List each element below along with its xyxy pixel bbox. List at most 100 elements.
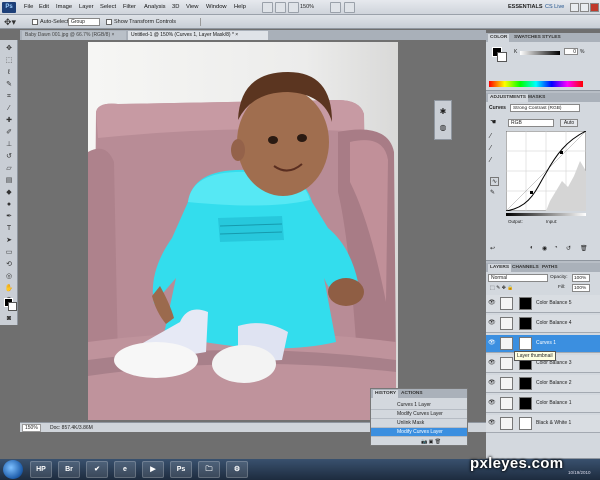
pen-tool-icon[interactable]: ✒ — [3, 212, 15, 221]
workspace-switcher[interactable]: ESSENTIALS — [508, 4, 543, 10]
tab-masks[interactable]: MASKS — [526, 94, 547, 102]
adjustment-layer-icon[interactable] — [500, 337, 513, 350]
tab-swatches[interactable]: SWATCHES — [512, 34, 543, 42]
color-ramp[interactable] — [489, 81, 583, 87]
menu-filter[interactable]: Filter — [123, 4, 136, 10]
reset-icon[interactable]: ↺ — [566, 245, 571, 252]
adjustment-layer-icon[interactable] — [500, 397, 513, 410]
close-button[interactable] — [590, 3, 599, 12]
taskbar-app-button[interactable]: e — [114, 461, 136, 478]
clone-source-panel-icon[interactable]: ◍ — [438, 123, 448, 133]
document-canvas-photo[interactable] — [88, 42, 398, 420]
layer-mask-thumbnail[interactable] — [519, 337, 532, 350]
adjustment-layer-icon[interactable] — [500, 357, 513, 370]
menu-image[interactable]: Image — [56, 4, 72, 10]
screen-mode-button[interactable] — [330, 2, 341, 13]
layer-name[interactable]: Color Balance 2 — [536, 380, 572, 386]
eye-icon[interactable]: 👁 — [488, 360, 496, 367]
tab-styles[interactable]: STYLES — [540, 34, 563, 42]
layer-mask-thumbnail[interactable] — [519, 377, 532, 390]
menu-select[interactable]: Select — [100, 4, 116, 10]
taskbar-app-button[interactable]: HP — [30, 461, 52, 478]
fill-field[interactable]: 100% — [572, 284, 590, 292]
taskbar-app-button[interactable]: Br — [58, 461, 80, 478]
status-zoom[interactable]: 150% — [22, 424, 41, 432]
curves-preset-dropdown[interactable]: Strong Contrast (RGB) — [510, 104, 580, 112]
align-buttons[interactable] — [200, 18, 300, 26]
crop-tool-icon[interactable]: ⌗ — [3, 92, 15, 101]
layer-row[interactable]: 👁 Color Balance 2 — [486, 375, 600, 393]
layer-mask-thumbnail[interactable] — [519, 417, 532, 430]
eraser-tool-icon[interactable]: ▱ — [3, 164, 15, 173]
dodge-tool-icon[interactable]: ● — [3, 200, 15, 209]
taskbar-app-button[interactable]: ✔ — [86, 461, 108, 478]
start-button[interactable] — [3, 460, 23, 479]
maximize-button[interactable] — [580, 3, 589, 12]
layer-name[interactable]: Color Balance 1 — [536, 400, 572, 406]
tab-channels[interactable]: CHANNELS — [510, 264, 541, 272]
tab-actions[interactable]: ACTIONS — [399, 390, 425, 398]
tab-baby-dawn[interactable]: Baby Dawn 001.jpg @ 66.7% (RGB/8) × — [22, 31, 126, 40]
arrange-documents-button[interactable] — [344, 2, 355, 13]
pencil-curve-icon[interactable]: ✎ — [490, 189, 499, 198]
tab-history[interactable]: HISTORY — [373, 390, 399, 398]
menu-3d[interactable]: 3D — [172, 4, 179, 10]
taskbar-app-button[interactable]: Ps — [170, 461, 192, 478]
history-footer-icons[interactable]: 📷 ▣ 🗑 — [421, 439, 461, 445]
previous-state-icon[interactable]: ◔ — [554, 245, 558, 251]
menu-window[interactable]: Window — [206, 4, 227, 10]
layer-name[interactable]: Black & White 1 — [536, 420, 571, 426]
gradient-tool-icon[interactable]: ▤ — [3, 176, 15, 185]
type-tool-icon[interactable]: T — [3, 224, 15, 233]
layer-mask-thumbnail[interactable] — [519, 317, 532, 330]
delete-icon[interactable]: 🗑 — [580, 245, 588, 252]
3d-rotate-tool-icon[interactable]: ⟲ — [3, 260, 15, 269]
taskbar-app-button[interactable]: ▶ — [142, 461, 164, 478]
return-icon[interactable]: ↩ — [490, 245, 495, 252]
zoom-level[interactable]: 150% — [300, 4, 314, 10]
auto-button[interactable]: Auto — [560, 119, 578, 127]
menu-help[interactable]: Help — [234, 4, 246, 10]
zoom-tool-button[interactable] — [288, 2, 299, 13]
cs-live-button[interactable]: CS Live — [545, 4, 564, 10]
k-slider[interactable] — [520, 51, 560, 55]
layer-row[interactable]: 👁 Color Balance 4 — [486, 315, 600, 333]
channel-dropdown[interactable]: RGB — [508, 119, 554, 127]
history-item[interactable]: Modify Curves Layer — [371, 410, 467, 419]
tab-paths[interactable]: PATHS — [540, 264, 560, 272]
history-brush-tool-icon[interactable]: ↺ — [3, 152, 15, 161]
lock-icons[interactable]: ⬚ ✎ ✥ 🔒 — [490, 285, 540, 291]
adjustment-layer-icon[interactable] — [500, 297, 513, 310]
move-tool-icon[interactable]: ✥▾ — [4, 17, 20, 27]
eye-icon[interactable]: 👁 — [488, 300, 496, 307]
brush-tool-icon[interactable]: ✐ — [3, 128, 15, 137]
auto-select-dropdown[interactable]: Group — [68, 18, 100, 26]
menu-edit[interactable]: Edit — [39, 4, 49, 10]
layer-name[interactable]: Color Balance 5 — [536, 300, 572, 306]
brush-panel-icon[interactable]: ✱ — [438, 107, 448, 117]
shape-tool-icon[interactable]: ▭ — [3, 248, 15, 257]
menu-analysis[interactable]: Analysis — [144, 4, 166, 10]
hand-tool-icon[interactable]: ✋ — [3, 284, 15, 293]
taskbar-app-button[interactable]: 🗀 — [198, 461, 220, 478]
clip-icon[interactable]: ◐ — [530, 245, 534, 251]
layer-name[interactable]: Color Balance 4 — [536, 320, 572, 326]
quick-select-tool-icon[interactable]: ✎ — [3, 80, 15, 89]
hand-tool-button[interactable] — [275, 2, 286, 13]
background-color-swatch[interactable] — [8, 302, 17, 311]
history-item[interactable]: Unlink Mask — [371, 419, 467, 428]
menu-file[interactable]: File — [24, 4, 33, 10]
k-value-field[interactable]: 0 — [564, 48, 578, 55]
menu-layer[interactable]: Layer — [79, 4, 94, 10]
curves-graph[interactable] — [506, 131, 586, 211]
target-adjust-icon[interactable]: ☚ — [490, 119, 500, 127]
tab-adjustments[interactable]: ADJUSTMENTS — [488, 94, 528, 102]
marquee-tool-icon[interactable]: ⬚ — [3, 56, 15, 65]
move-tool-icon[interactable]: ✥ — [3, 44, 15, 53]
lasso-tool-icon[interactable]: ℓ — [3, 68, 15, 77]
layer-row[interactable]: 👁 Color Balance 1 — [486, 395, 600, 413]
eyedropper-black-icon[interactable]: ⁄ — [490, 133, 498, 141]
layer-mask-thumbnail[interactable] — [519, 397, 532, 410]
blur-tool-icon[interactable]: ◆ — [3, 188, 15, 197]
eye-icon[interactable]: 👁 — [488, 340, 496, 347]
